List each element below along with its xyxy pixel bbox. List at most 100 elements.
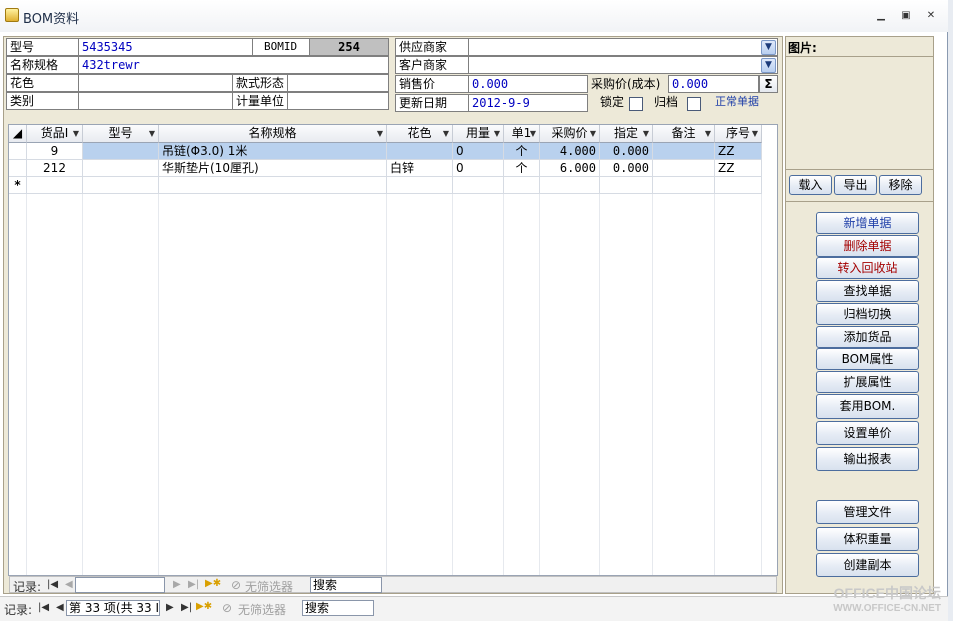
bom-attributes-button[interactable]: BOM属性	[816, 348, 919, 370]
export-picture-button[interactable]: 导出	[834, 175, 877, 195]
name-value: 432trewr	[82, 58, 140, 72]
customer-combo[interactable]: ▼	[468, 56, 778, 74]
row-selector[interactable]	[9, 143, 27, 160]
col-header-goods-id[interactable]: 货品I ▼	[27, 125, 83, 143]
category-value	[79, 93, 82, 111]
model-label: 型号	[10, 40, 35, 54]
cell-qty[interactable]: 0	[453, 143, 504, 160]
output-report-button[interactable]: 输出报表	[816, 447, 919, 471]
cell-fixed[interactable]: 0.000	[600, 143, 653, 160]
bom-items-grid[interactable]: ◢ 货品I ▼ 型号 ▼ 名称规格 ▼ 花色 ▼ 用量 ▼ 单1 ▼ 采购价 ▼ 指定 ▼ 备注…	[8, 124, 778, 576]
cell-model[interactable]	[83, 160, 159, 177]
cell-remark[interactable]	[653, 160, 715, 177]
col-header-name[interactable]: 名称规格 ▼	[159, 125, 387, 143]
move-to-recycle-button[interactable]: 转入回收站	[816, 257, 919, 279]
col-header-seq[interactable]: 序号 ▼	[715, 125, 762, 143]
style-label: 款式形态	[236, 76, 285, 90]
mainnav-filter-label[interactable]: 无筛选器	[238, 601, 286, 618]
cell-price[interactable]: 6.000	[540, 160, 600, 177]
new-row[interactable]: *	[9, 177, 762, 194]
col-header-fixed[interactable]: 指定 ▼	[600, 125, 653, 143]
cost-price-field[interactable]: 0.000	[668, 75, 759, 93]
archive-checkbox[interactable]	[687, 97, 701, 111]
cell-color[interactable]: 白锌	[387, 160, 453, 177]
remove-picture-button[interactable]: 移除	[879, 175, 922, 195]
category-label: 类别	[10, 94, 35, 108]
cell-price[interactable]: 4.000	[540, 143, 600, 160]
col-header-qty[interactable]: 用量 ▼	[453, 125, 504, 143]
subnav-position-field[interactable]	[75, 577, 165, 593]
sale-price-field[interactable]: 0.000	[468, 75, 588, 93]
cell-name[interactable]: 华斯垫片(10厘孔)	[159, 160, 387, 177]
last-record-icon[interactable]: ▶|	[188, 579, 199, 590]
filter-icon[interactable]: ⊘	[222, 601, 232, 615]
mainnav-position-field[interactable]: 第 33 项(共 33 I	[66, 600, 160, 616]
new-record-icon[interactable]: ▶✱	[196, 601, 212, 612]
new-document-button[interactable]: 新增单据	[816, 212, 919, 234]
close-icon[interactable]: ✕	[924, 9, 938, 22]
cell-name[interactable]: 吊链(Φ3.0) 1米	[159, 143, 387, 160]
cell-fixed[interactable]: 0.000	[600, 160, 653, 177]
prev-record-icon[interactable]: ◀	[65, 579, 73, 590]
add-goods-button[interactable]: 添加货品	[816, 326, 919, 348]
unit-field[interactable]	[287, 92, 389, 110]
last-record-icon[interactable]: ▶|	[181, 602, 192, 613]
mainnav-search-field[interactable]: 搜索	[302, 600, 374, 616]
supplier-combo[interactable]: ▼	[468, 38, 778, 56]
col-header-unit[interactable]: 单1 ▼	[504, 125, 540, 143]
subnav-search-field[interactable]: 搜索	[310, 577, 382, 593]
cell-qty[interactable]: 0	[453, 160, 504, 177]
minimize-icon[interactable]: ▁	[874, 9, 888, 22]
filter-icon[interactable]: ⊘	[231, 578, 241, 592]
next-record-icon[interactable]: ▶	[173, 579, 181, 590]
sum-button[interactable]: Σ	[759, 75, 778, 93]
extended-attributes-button[interactable]: 扩展属性	[816, 371, 919, 393]
mainnav-label: 记录:	[4, 603, 33, 617]
cell-seq[interactable]: ZZ	[715, 160, 762, 177]
find-document-button[interactable]: 查找单据	[816, 280, 919, 302]
subnav-filter-label[interactable]: 无筛选器	[245, 578, 293, 595]
cell-color[interactable]	[387, 143, 453, 160]
lock-checkbox[interactable]	[629, 97, 643, 111]
set-price-button[interactable]: 设置单价	[816, 421, 919, 445]
first-record-icon[interactable]: |◀	[47, 579, 58, 590]
volume-weight-button[interactable]: 体积重量	[816, 527, 919, 551]
style-field[interactable]	[287, 74, 389, 92]
apply-bom-button[interactable]: 套用BOM.	[816, 394, 919, 419]
cell-seq[interactable]: ZZ	[715, 143, 762, 160]
table-row[interactable]: 212 华斯垫片(10厘孔) 白锌 0 个 6.000 0.000 ZZ	[9, 160, 762, 177]
new-record-icon[interactable]: ▶✱	[205, 578, 221, 589]
select-all-corner[interactable]: ◢	[9, 125, 27, 143]
prev-record-icon[interactable]: ◀	[56, 602, 64, 613]
cell-unit[interactable]: 个	[504, 143, 540, 160]
cell-goods-id[interactable]: 9	[27, 143, 83, 160]
create-copy-button[interactable]: 创建副本	[816, 553, 919, 577]
chevron-down-icon[interactable]: ▼	[761, 40, 776, 55]
color-field[interactable]	[78, 74, 233, 92]
table-row[interactable]: 9 吊链(Φ3.0) 1米 0 个 4.000 0.000 ZZ	[9, 143, 762, 160]
status-text: 正常单据	[715, 95, 759, 108]
archive-toggle-button[interactable]: 归档切换	[816, 303, 919, 325]
col-header-remark[interactable]: 备注 ▼	[653, 125, 715, 143]
cell-remark[interactable]	[653, 143, 715, 160]
restore-icon[interactable]: ▣	[899, 9, 913, 22]
cell-unit[interactable]: 个	[504, 160, 540, 177]
name-field[interactable]: 432trewr	[78, 56, 389, 74]
next-record-icon[interactable]: ▶	[166, 602, 174, 613]
watermark-line2: WWW.OFFICE-CN.NET	[833, 603, 941, 614]
cell-goods-id[interactable]: 212	[27, 160, 83, 177]
load-picture-button[interactable]: 载入	[789, 175, 832, 195]
row-selector[interactable]	[9, 160, 27, 177]
new-row-marker[interactable]: *	[9, 177, 27, 194]
col-header-color[interactable]: 花色 ▼	[387, 125, 453, 143]
manage-files-button[interactable]: 管理文件	[816, 500, 919, 524]
chevron-down-icon[interactable]: ▼	[761, 58, 776, 73]
col-header-model[interactable]: 型号 ▼	[83, 125, 159, 143]
delete-document-button[interactable]: 删除单据	[816, 235, 919, 257]
model-field[interactable]: 5435345	[78, 38, 253, 56]
cell-model[interactable]	[83, 143, 159, 160]
category-field[interactable]	[78, 92, 233, 110]
update-date-field[interactable]: 2012-9-9	[468, 94, 588, 112]
col-header-price[interactable]: 采购价 ▼	[540, 125, 600, 143]
first-record-icon[interactable]: |◀	[38, 602, 49, 613]
